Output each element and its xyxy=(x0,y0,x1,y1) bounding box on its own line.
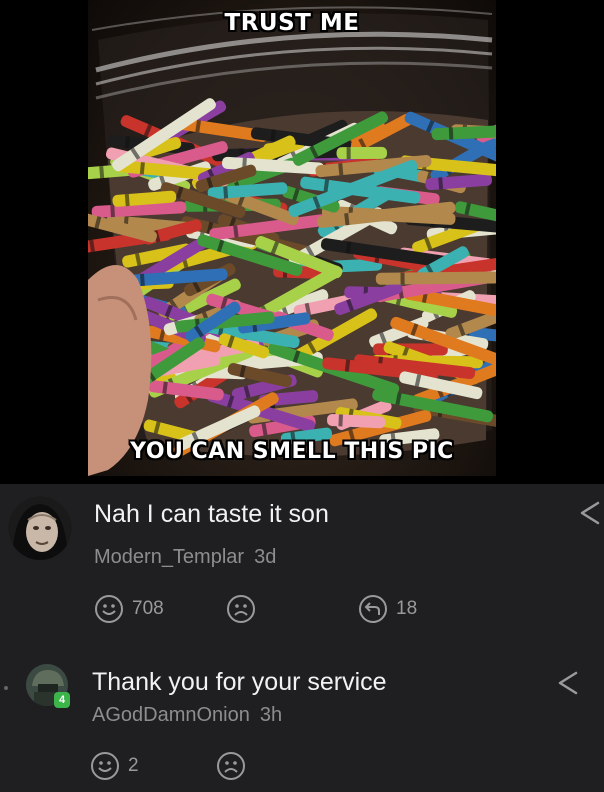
crayon-band xyxy=(400,272,405,285)
share-icon xyxy=(558,671,578,695)
like-button[interactable]: 2 xyxy=(90,751,139,781)
thread-dot xyxy=(4,686,8,690)
replies-button[interactable]: 18 xyxy=(358,594,417,624)
smile-icon xyxy=(95,595,123,623)
comment-meta: Modern_Templar 3d xyxy=(94,546,276,569)
dislike-button[interactable] xyxy=(226,594,256,624)
like-count: 2 xyxy=(128,755,139,776)
crayon-band xyxy=(338,414,343,427)
comment-text: Thank you for your service xyxy=(92,668,387,696)
reply-icon xyxy=(359,595,387,623)
hooded-face-icon xyxy=(8,496,72,560)
like-button[interactable]: 708 xyxy=(94,594,164,624)
comment-author[interactable]: AGodDamnOnion xyxy=(92,704,250,726)
comment-text: Nah I can taste it son xyxy=(94,500,329,528)
comment-age: 3h xyxy=(259,704,283,726)
reply-count: 18 xyxy=(396,598,418,619)
crayon xyxy=(375,271,496,285)
crayon xyxy=(336,146,388,160)
comment-section: Nah I can taste it son Modern_Templar 3d … xyxy=(0,484,604,792)
comment-author[interactable]: Modern_Templar xyxy=(94,546,244,568)
meme-image[interactable]: TRUST ME YOU CAN SMELL THIS PIC xyxy=(88,0,496,476)
crayon-band xyxy=(448,127,454,140)
crayon-band xyxy=(346,147,351,160)
share-button[interactable] xyxy=(578,500,602,531)
crayon-bag-picture xyxy=(88,6,496,476)
comment-meta: AGodDamnOnion 3h xyxy=(92,704,282,727)
share-icon xyxy=(580,501,600,525)
smile-icon xyxy=(91,752,119,780)
comment-age: 3d xyxy=(254,546,277,568)
crayon-band xyxy=(110,204,115,218)
frown-icon xyxy=(217,752,245,780)
frown-icon xyxy=(227,595,255,623)
bottom-caption: YOU CAN SMELL THIS PIC xyxy=(130,439,454,464)
top-caption: TRUST ME xyxy=(224,10,360,36)
level-badge: 4 xyxy=(54,692,70,708)
like-count: 708 xyxy=(132,598,164,619)
avatar[interactable] xyxy=(8,496,72,560)
crayon-band xyxy=(140,273,145,287)
dislike-button[interactable] xyxy=(216,751,246,781)
share-button[interactable] xyxy=(556,670,580,701)
